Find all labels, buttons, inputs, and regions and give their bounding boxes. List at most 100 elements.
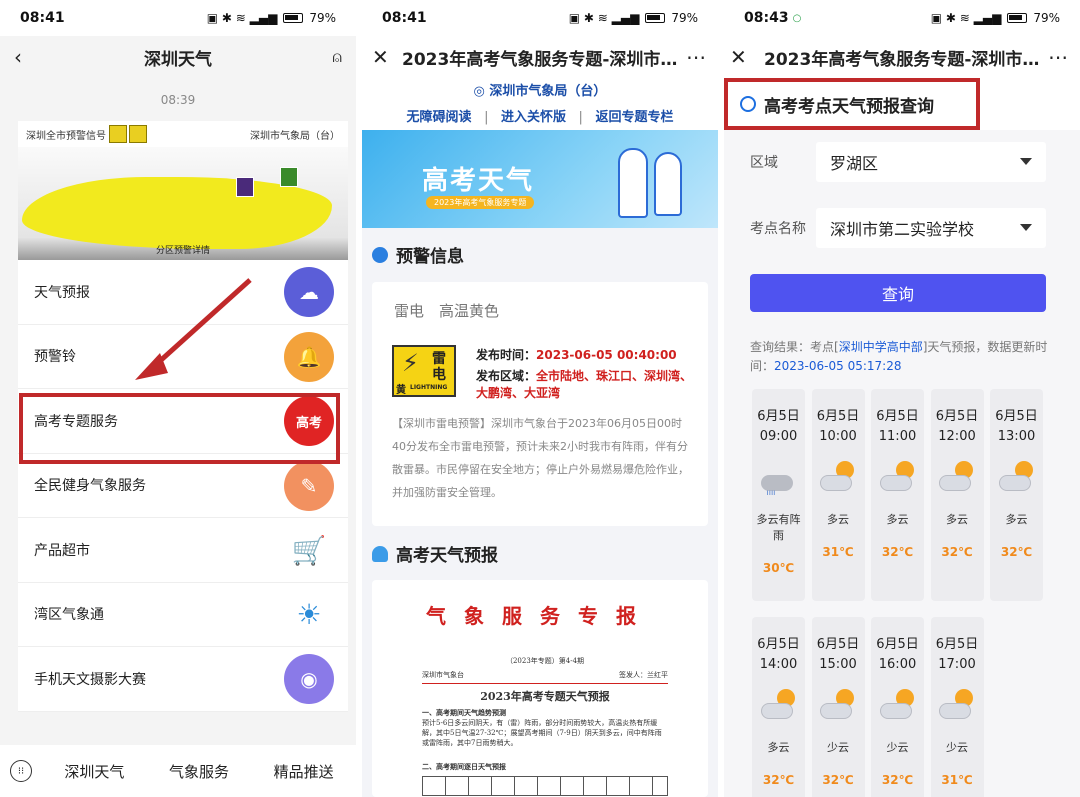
battery-icon	[283, 13, 304, 23]
doc-title: 气象服务专报	[426, 604, 654, 628]
doc-table	[422, 776, 668, 796]
status-time: 08:41	[382, 10, 427, 26]
doc-paragraph-1: 预计5-6日多云间阴天，有（雷）阵雨，部分时间雨势较大，高温炎热有所缓解，其中5…	[422, 719, 662, 747]
tab-weather-service[interactable]: 气象服务	[147, 761, 252, 782]
forecast-card: 6月5日 10:00 多云 31℃	[811, 389, 865, 601]
page-title: 2023年高考气象服务专题-深圳市...	[402, 49, 678, 70]
status-bar: 08:43 ○ ▣ ✱ ≋ ▂▄▆ 79%	[724, 0, 1080, 36]
status-time: 08:41	[20, 10, 65, 26]
tab-shenzhen-weather[interactable]: 深圳天气	[42, 761, 147, 782]
site-row: 考点名称 深圳市第二实验学校	[750, 208, 1046, 248]
link-back-topic[interactable]: 返回专题专栏	[595, 110, 673, 125]
pub-time-label: 发布时间：	[476, 348, 537, 362]
warning-map[interactable]: 分区预警详情	[18, 147, 348, 260]
warning-signal-icon	[109, 125, 127, 143]
chevron-down-icon	[1020, 224, 1032, 231]
query-header: 高考考点天气预报查询	[724, 78, 980, 130]
query-result: 查询结果：考点[深圳中学高中部]天气预报，数据更新时间：2023-06-05 0…	[750, 338, 1050, 376]
forecast-date: 6月5日	[935, 409, 979, 424]
forecast-weather: 少云	[827, 741, 849, 754]
forecast-date: 6月5日	[757, 637, 800, 652]
cloud-rain-icon: ☁	[284, 267, 334, 317]
bottom-tab-bar: ⁝⁝ 深圳天气 气象服务 精品推送	[0, 745, 356, 797]
more-icon[interactable]: ⋯	[1048, 45, 1068, 69]
forecast-weather: 多云	[827, 513, 849, 526]
link-care-mode[interactable]: 进入关怀版	[501, 110, 566, 125]
battery-level: 79%	[1033, 11, 1060, 25]
cloud-shape	[939, 703, 971, 719]
warning-header[interactable]: 深圳全市预警信号 深圳市气象局（台）	[18, 121, 348, 147]
cloud-shape	[998, 475, 1031, 491]
close-icon[interactable]: ✕	[730, 45, 747, 69]
menu-item-label: 产品超市	[34, 542, 90, 559]
forecast-time: 14:00	[759, 657, 798, 672]
partly-cloudy-icon	[998, 461, 1035, 491]
forecast-time: 10:00	[819, 429, 857, 444]
org-name: 深圳市气象局（台）	[250, 130, 340, 142]
forecast-card: 6月5日 17:00 少云 31℃	[930, 617, 984, 797]
panel-shenzhen-weather: 08:41 ▣ ✱ ≋ ▂▄▆ 79% ‹ 深圳天气 ⍝ 08:39 深圳全市预…	[0, 0, 356, 797]
pub-time: 2023-06-05 00:40:00	[536, 348, 677, 362]
keyboard-icon[interactable]: ⁝⁝	[10, 760, 32, 782]
map-caption: 分区预警详情	[155, 246, 210, 256]
cloud-shape	[879, 475, 912, 491]
back-icon[interactable]: ‹	[14, 45, 22, 69]
forecast-temp: 32℃	[762, 773, 795, 787]
menu-item[interactable]: 产品超市 🛒	[18, 518, 348, 583]
forecast-time: 17:00	[938, 657, 976, 672]
highlight-box	[19, 393, 340, 464]
forecast-datetime: 6月5日 11:00	[871, 407, 924, 447]
org-logo-icon: ◎	[473, 84, 490, 99]
site-value: 深圳市第二实验学校	[830, 220, 975, 239]
result-prefix: 查询结果：考点[	[750, 340, 839, 354]
status-bar: 08:41 ▣ ✱ ≋ ▂▄▆ 79%	[362, 0, 718, 36]
forecast-card: 6月5日 13:00 多云 32℃	[990, 389, 1043, 601]
gaokao-banner[interactable]: 高考天气 2023年高考气象服务专题	[362, 130, 718, 228]
profile-icon[interactable]: ⍝	[332, 47, 342, 67]
status-time: 08:43	[744, 10, 789, 26]
menu-item[interactable]: 手机天文摄影大赛 ◉	[18, 647, 348, 712]
bolt-glyph: ⚡	[402, 349, 419, 377]
warning-title: 雷电 高温黄色	[394, 302, 500, 320]
banner-subtitle: 2023年高考气象服务专题	[426, 196, 535, 209]
forecast-date: 6月5日	[757, 409, 800, 424]
forecast-card: 6月5日 15:00 少云 32℃	[811, 617, 865, 797]
lightning-icon	[372, 246, 388, 263]
forecast-temp: 32℃	[822, 773, 854, 787]
battery-icon	[645, 13, 666, 23]
rain-drops: ıııı	[766, 488, 776, 497]
forecast-weather: 多云	[946, 513, 968, 526]
warning-body: 【深圳市雷电预警】深圳市气象台于2023年06月05日00时40分发布全市雷电预…	[392, 417, 689, 499]
page-title: 深圳天气	[144, 49, 212, 70]
forecast-weather: 多云有阵雨	[756, 513, 801, 542]
close-icon[interactable]: ✕	[372, 45, 389, 69]
section-warning-title: 预警信息	[396, 247, 464, 267]
cloud-shape	[939, 475, 971, 491]
region-row: 区域 罗湖区	[750, 142, 1046, 182]
status-bar: 08:41 ▣ ✱ ≋ ▂▄▆ 79%	[0, 0, 356, 36]
nav-bar: ✕ 2023年高考气象服务专题-深圳市... ⋯	[724, 36, 1080, 78]
forecast-datetime: 6月5日 16:00	[871, 635, 924, 675]
partly-cloudy-icon	[879, 461, 916, 491]
map-pin-icon-2	[280, 167, 298, 187]
forecast-time: 12:00	[938, 429, 976, 444]
student-figure-icon-2	[654, 152, 682, 216]
doc-heading: 2023年高考专题天气预报	[480, 690, 610, 703]
site-select[interactable]: 深圳市第二实验学校	[816, 208, 1046, 248]
forecast-temp: 32℃	[881, 545, 914, 559]
region-select[interactable]: 罗湖区	[816, 142, 1046, 182]
sign-char-4: LIGHTNING	[410, 384, 448, 391]
site-label: 考点名称	[750, 221, 806, 237]
forecast-datetime: 6月5日 14:00	[752, 635, 805, 675]
map-pin-icon	[236, 177, 254, 197]
menu-item[interactable]: 湾区气象通 ☀	[18, 583, 348, 647]
forecast-document[interactable]: 气象服务专报 （2023年专题）第4-4期 深圳市气象台 签发人：兰红平 2023…	[372, 580, 708, 797]
link-separator: |	[484, 110, 489, 125]
forecast-date: 6月5日	[995, 409, 1038, 424]
more-icon[interactable]: ⋯	[686, 45, 706, 69]
cloud-shape	[820, 703, 852, 719]
status-icons: ▣ ✱ ≋ ▂▄▆ 79%	[930, 11, 1060, 25]
tab-featured[interactable]: 精品推送	[251, 761, 356, 782]
query-button[interactable]: 查询	[750, 274, 1046, 312]
link-accessible[interactable]: 无障碍阅读	[407, 110, 472, 125]
